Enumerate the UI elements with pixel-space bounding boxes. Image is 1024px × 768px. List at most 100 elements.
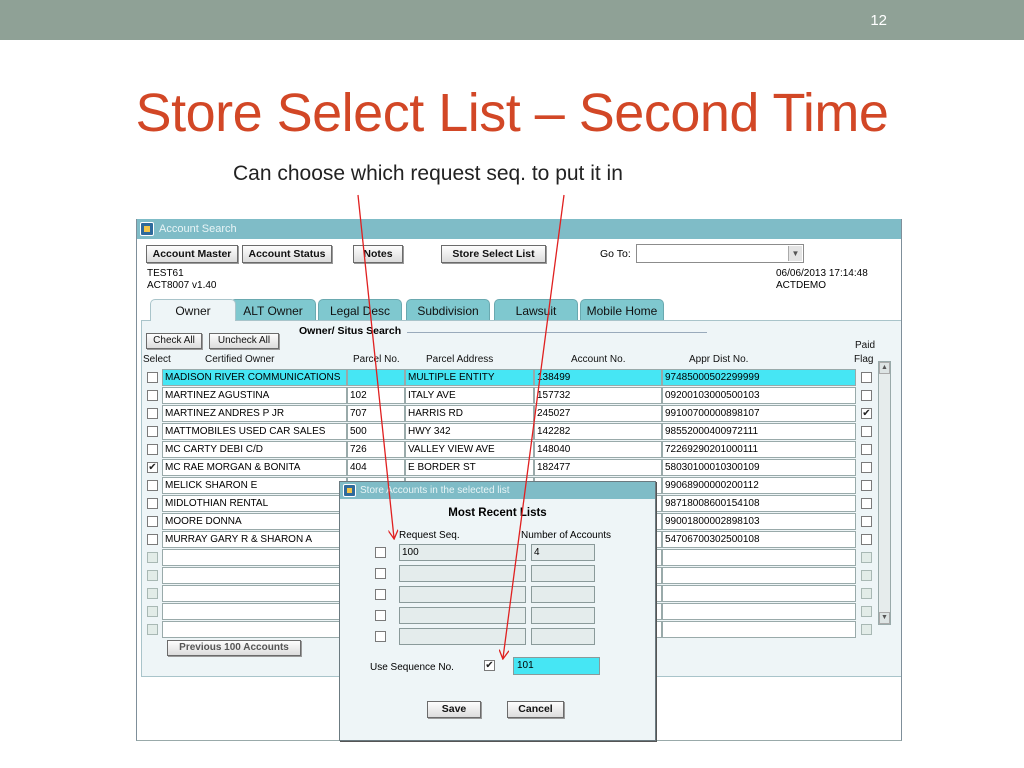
cell-appr[interactable]: 72269290201000111 (662, 441, 856, 458)
cell-parcel[interactable]: 500 (347, 423, 405, 440)
paid-flag-checkbox[interactable] (861, 462, 872, 473)
row-select-checkbox[interactable] (147, 588, 158, 599)
check-all-button[interactable]: Check All (146, 333, 202, 349)
cell-appr[interactable]: 97485000502299999 (662, 369, 856, 386)
cell-appr[interactable] (662, 567, 856, 584)
use-sequence-checkbox[interactable]: ✔ (484, 660, 495, 671)
chevron-down-icon[interactable]: ▼ (788, 246, 802, 261)
request-seq-field[interactable] (399, 565, 526, 582)
scroll-down-icon[interactable]: ▼ (879, 612, 890, 624)
row-select-checkbox[interactable] (147, 606, 158, 617)
cell-owner[interactable]: MARTINEZ AGUSTINA (162, 387, 347, 404)
cell-address[interactable]: E BORDER ST (405, 459, 534, 476)
tab-alt-owner[interactable]: ALT Owner (230, 299, 316, 321)
row-select-checkbox[interactable] (147, 498, 158, 509)
cell-parcel[interactable]: 726 (347, 441, 405, 458)
row-select-checkbox[interactable] (147, 390, 158, 401)
paid-flag-checkbox[interactable] (861, 498, 872, 509)
paid-flag-checkbox[interactable] (861, 606, 872, 617)
cell-owner[interactable]: MURRAY GARY R & SHARON A (162, 531, 347, 548)
account-master-button[interactable]: Account Master (146, 245, 238, 263)
row-select-checkbox[interactable] (147, 624, 158, 635)
list-select-checkbox[interactable] (375, 568, 386, 579)
previous-accounts-button[interactable]: Previous 100 Accounts (167, 640, 301, 656)
cell-address[interactable]: VALLEY VIEW AVE (405, 441, 534, 458)
cell-account[interactable]: 182477 (534, 459, 662, 476)
paid-flag-checkbox[interactable]: ✔ (861, 408, 872, 419)
cell-appr[interactable]: 99001800002898103 (662, 513, 856, 530)
paid-flag-checkbox[interactable] (861, 588, 872, 599)
cell-owner[interactable]: MELICK SHARON E (162, 477, 347, 494)
row-select-checkbox[interactable] (147, 534, 158, 545)
cell-parcel[interactable] (347, 369, 405, 386)
row-select-checkbox[interactable] (147, 552, 158, 563)
row-select-checkbox[interactable] (147, 372, 158, 383)
notes-button[interactable]: Notes (353, 245, 403, 263)
cell-appr[interactable]: 98718008600154108 (662, 495, 856, 512)
goto-select[interactable]: ▼ (636, 244, 804, 263)
request-seq-field[interactable] (399, 628, 526, 645)
row-select-checkbox[interactable] (147, 516, 158, 527)
cancel-button[interactable]: Cancel (507, 701, 564, 718)
cell-owner[interactable]: MOORE DONNA (162, 513, 347, 530)
row-select-checkbox[interactable] (147, 408, 158, 419)
cell-appr[interactable]: 09200103000500103 (662, 387, 856, 404)
cell-owner[interactable]: MC RAE MORGAN & BONITA (162, 459, 347, 476)
cell-parcel[interactable]: 404 (347, 459, 405, 476)
store-select-list-button[interactable]: Store Select List (441, 245, 546, 263)
cell-account[interactable]: 138499 (534, 369, 662, 386)
paid-flag-checkbox[interactable] (861, 624, 872, 635)
tab-lawsuit[interactable]: Lawsuit (494, 299, 578, 321)
paid-flag-checkbox[interactable] (861, 534, 872, 545)
cell-owner[interactable]: MIDLOTHIAN RENTAL (162, 495, 347, 512)
cell-appr[interactable]: 54706700302500108 (662, 531, 856, 548)
sequence-number-input[interactable]: 101 (513, 657, 600, 675)
request-seq-field[interactable] (399, 586, 526, 603)
cell-owner[interactable] (162, 621, 347, 638)
cell-address[interactable]: ITALY AVE (405, 387, 534, 404)
cell-parcel[interactable]: 707 (347, 405, 405, 422)
row-select-checkbox[interactable] (147, 426, 158, 437)
list-select-checkbox[interactable] (375, 589, 386, 600)
request-seq-field[interactable]: 100 (399, 544, 526, 561)
cell-address[interactable]: HARRIS RD (405, 405, 534, 422)
cell-owner[interactable] (162, 549, 347, 566)
save-button[interactable]: Save (427, 701, 481, 718)
tab-owner[interactable]: Owner (150, 299, 236, 321)
cell-appr[interactable]: 98552000400972111 (662, 423, 856, 440)
cell-appr[interactable]: 58030100010300109 (662, 459, 856, 476)
cell-address[interactable]: HWY 342 (405, 423, 534, 440)
paid-flag-checkbox[interactable] (861, 444, 872, 455)
cell-appr[interactable]: 99100700000898107 (662, 405, 856, 422)
cell-account[interactable]: 142282 (534, 423, 662, 440)
cell-appr[interactable] (662, 549, 856, 566)
row-select-checkbox[interactable]: ✔ (147, 462, 158, 473)
cell-owner[interactable]: MATTMOBILES USED CAR SALES (162, 423, 347, 440)
cell-account[interactable]: 245027 (534, 405, 662, 422)
paid-flag-checkbox[interactable] (861, 552, 872, 563)
scroll-up-icon[interactable]: ▲ (879, 362, 890, 374)
table-scrollbar[interactable]: ▲ ▼ (878, 361, 891, 625)
cell-appr[interactable]: 99068900000200112 (662, 477, 856, 494)
cell-account[interactable]: 148040 (534, 441, 662, 458)
tab-subdivision[interactable]: Subdivision (406, 299, 490, 321)
list-select-checkbox[interactable] (375, 547, 386, 558)
account-status-button[interactable]: Account Status (242, 245, 332, 263)
cell-owner[interactable] (162, 585, 347, 602)
cell-owner[interactable]: MC CARTY DEBI C/D (162, 441, 347, 458)
paid-flag-checkbox[interactable] (861, 426, 872, 437)
list-select-checkbox[interactable] (375, 631, 386, 642)
paid-flag-checkbox[interactable] (861, 372, 872, 383)
paid-flag-checkbox[interactable] (861, 516, 872, 527)
row-select-checkbox[interactable] (147, 570, 158, 581)
cell-owner[interactable] (162, 603, 347, 620)
cell-appr[interactable] (662, 603, 856, 620)
cell-account[interactable]: 157732 (534, 387, 662, 404)
tab-mobile-home[interactable]: Mobile Home (580, 299, 664, 321)
cell-owner[interactable]: MADISON RIVER COMMUNICATIONS (162, 369, 347, 386)
cell-owner[interactable]: MARTINEZ ANDRES P JR (162, 405, 347, 422)
cell-appr[interactable] (662, 585, 856, 602)
paid-flag-checkbox[interactable] (861, 390, 872, 401)
cell-appr[interactable] (662, 621, 856, 638)
uncheck-all-button[interactable]: Uncheck All (209, 333, 279, 349)
